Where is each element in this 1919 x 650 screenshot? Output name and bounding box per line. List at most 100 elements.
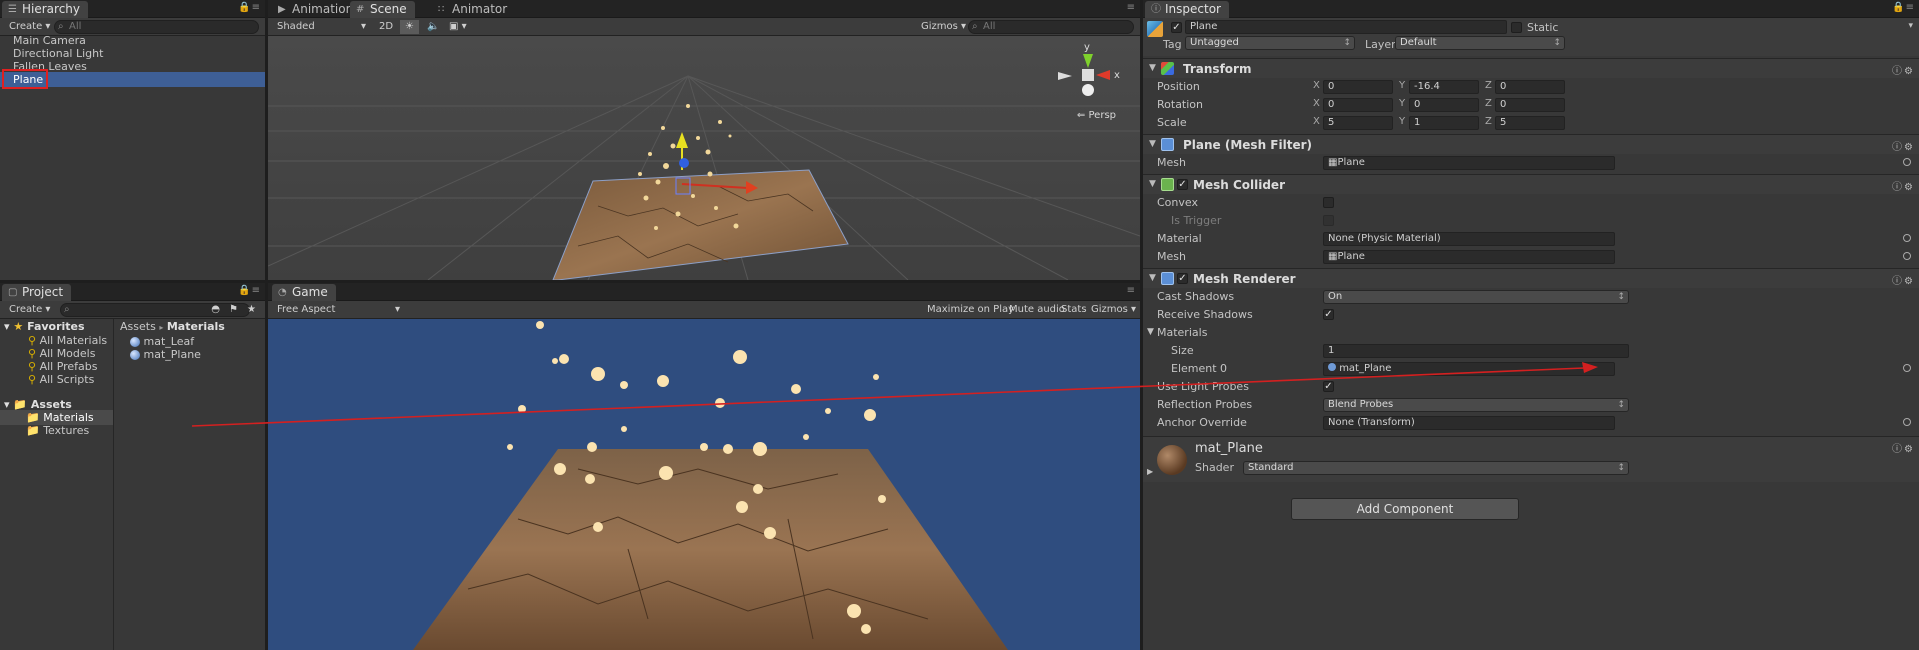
- game-gizmos-dropdown[interactable]: Gizmos ▾: [1086, 303, 1140, 317]
- reflection-probes-dropdown[interactable]: Blend Probes: [1323, 398, 1629, 412]
- gizmo-z-cone-icon: [1082, 84, 1094, 96]
- rotation-z-field[interactable]: 0: [1495, 98, 1565, 112]
- element-0-field[interactable]: mat_Plane: [1323, 362, 1615, 376]
- scale-y-field[interactable]: 1: [1409, 116, 1479, 130]
- collider-material-field[interactable]: None (Physic Material): [1323, 232, 1615, 246]
- lighting-toggle-icon[interactable]: ☀: [400, 20, 419, 34]
- materials-size-field[interactable]: 1: [1323, 344, 1629, 358]
- scene-search-input[interactable]: All: [968, 20, 1134, 34]
- component-help-settings-icon[interactable]: ⓘ⚙: [1892, 272, 1915, 287]
- tab-project[interactable]: ▢ Project: [2, 284, 72, 301]
- object-picker-icon[interactable]: [1903, 418, 1911, 426]
- orientation-gizmo[interactable]: y x: [1056, 42, 1126, 104]
- tab-hierarchy[interactable]: ☰ Hierarchy: [2, 1, 89, 18]
- component-help-settings-icon[interactable]: ⓘ⚙: [1892, 440, 1915, 455]
- filter-type-icon[interactable]: ◓: [206, 303, 225, 317]
- mesh-renderer-header[interactable]: ▼ ✓ Mesh Renderer ⓘ⚙: [1143, 268, 1919, 288]
- project-create-button[interactable]: Create ▾: [4, 303, 55, 317]
- mesh-renderer-enabled-checkbox[interactable]: ✓: [1177, 273, 1188, 284]
- axis-y-label: Y: [1399, 98, 1406, 109]
- object-picker-icon[interactable]: [1903, 158, 1911, 166]
- aspect-dropdown[interactable]: Free Aspect ▾: [272, 303, 402, 317]
- scene-gizmos-dropdown[interactable]: Gizmos ▾: [916, 20, 971, 34]
- object-picker-icon[interactable]: [1903, 234, 1911, 242]
- convex-checkbox[interactable]: [1323, 197, 1334, 208]
- tab-inspector[interactable]: ⓘ Inspector: [1145, 1, 1229, 18]
- position-z-field[interactable]: 0: [1495, 80, 1565, 94]
- project-menu-icon[interactable]: 🔒≡: [238, 285, 261, 296]
- cast-shadows-dropdown[interactable]: On: [1323, 290, 1629, 304]
- mesh-collider-header[interactable]: ▼ ✓ Mesh Collider ⓘ⚙: [1143, 174, 1919, 194]
- mesh-collider-enabled-checkbox[interactable]: ✓: [1177, 179, 1188, 190]
- game-view-svg: [413, 321, 1008, 650]
- materials-row[interactable]: ▼ Materials: [1143, 324, 1919, 342]
- component-help-settings-icon[interactable]: ⓘ⚙: [1892, 62, 1915, 77]
- rotation-y-field[interactable]: 0: [1409, 98, 1479, 112]
- mesh-filter-header[interactable]: ▼ Plane (Mesh Filter) ⓘ⚙: [1143, 134, 1919, 154]
- position-x-field[interactable]: 0: [1323, 80, 1393, 94]
- materials-size-row: Size 1: [1143, 342, 1919, 360]
- scale-x-field[interactable]: 5: [1323, 116, 1393, 130]
- receive-shadows-label: Receive Shadows: [1157, 308, 1253, 321]
- material-sphere-icon: [130, 350, 140, 360]
- persp-arrow-icon: ⇐: [1076, 110, 1086, 121]
- materials-expand-arrow-icon: ▼: [1147, 327, 1154, 337]
- scene-menu-icon[interactable]: ≡: [1127, 2, 1136, 13]
- scene-panel: ▶ Animation # Scene ∷ Animator ≡ Shaded ▾…: [268, 0, 1140, 280]
- object-name-field[interactable]: Plane: [1185, 20, 1507, 34]
- game-menu-icon[interactable]: ≡: [1127, 285, 1136, 296]
- animation-icon: ▶: [278, 4, 286, 15]
- object-picker-icon[interactable]: [1903, 364, 1911, 372]
- scene-viewport[interactable]: y x ⇐ Persp: [268, 36, 1140, 280]
- game-toolbar: Free Aspect ▾ Maximize on Play Mute audio…: [268, 301, 1140, 319]
- favorite-star-icon[interactable]: ★: [242, 303, 261, 317]
- tag-dropdown[interactable]: Untagged: [1185, 36, 1355, 50]
- project-tabbar: ▢ Project 🔒≡: [0, 283, 265, 301]
- folder-textures[interactable]: 📁 Textures: [26, 423, 89, 438]
- persp-label[interactable]: ⇐ Persp: [1077, 110, 1116, 121]
- tab-scene[interactable]: # Scene: [350, 1, 415, 18]
- component-help-settings-icon[interactable]: ⓘ⚙: [1892, 178, 1915, 193]
- gizmo-y-label: y: [1084, 42, 1090, 53]
- file-mat-plane[interactable]: mat_Plane: [130, 347, 201, 362]
- position-y-field[interactable]: -16.4: [1409, 80, 1479, 94]
- shading-dropdown[interactable]: Shaded ▾: [272, 20, 368, 34]
- add-component-button[interactable]: Add Component: [1291, 498, 1519, 520]
- mode-2d-button[interactable]: 2D: [374, 20, 398, 34]
- object-picker-icon[interactable]: [1903, 252, 1911, 260]
- collapse-arrow-icon: ▼: [1149, 63, 1156, 73]
- use-light-probes-checkbox[interactable]: ✓: [1323, 381, 1334, 392]
- lock-menu-icon[interactable]: 🔒≡: [238, 2, 261, 13]
- tab-animation[interactable]: ▶ Animation: [272, 1, 361, 18]
- breadcrumb-assets[interactable]: Assets: [120, 320, 156, 333]
- collider-mesh-field[interactable]: ▦Plane: [1323, 250, 1615, 264]
- receive-shadows-checkbox[interactable]: ✓: [1323, 309, 1334, 320]
- favorite-all-scripts[interactable]: ⚲ All Scripts: [28, 372, 94, 387]
- active-checkbox[interactable]: ✓: [1171, 22, 1182, 33]
- layer-dropdown[interactable]: Default: [1395, 36, 1565, 50]
- breadcrumb-materials[interactable]: Materials: [167, 320, 225, 333]
- component-help-settings-icon[interactable]: ⓘ⚙: [1892, 138, 1915, 153]
- game-viewport[interactable]: [268, 319, 1140, 650]
- hierarchy-create-button[interactable]: Create ▾: [4, 20, 55, 34]
- audio-toggle-icon[interactable]: 🔈: [422, 20, 444, 34]
- transform-header[interactable]: ▼ Transform ⓘ⚙: [1143, 58, 1919, 78]
- tab-game[interactable]: ◔ Game: [272, 284, 336, 301]
- anchor-override-field[interactable]: None (Transform): [1323, 416, 1615, 430]
- static-checkbox[interactable]: [1511, 22, 1522, 33]
- scene-tabbar: ▶ Animation # Scene ∷ Animator ≡: [268, 0, 1140, 18]
- shader-dropdown[interactable]: Standard: [1243, 461, 1629, 475]
- tag-label: Tag: [1163, 38, 1182, 51]
- mesh-filter-mesh-field[interactable]: ▦Plane: [1323, 156, 1615, 170]
- inspector-menu-icon[interactable]: 🔒≡: [1892, 2, 1915, 13]
- effects-dropdown-icon[interactable]: ▣ ▾: [444, 20, 472, 34]
- rotation-x-field[interactable]: 0: [1323, 98, 1393, 112]
- filter-label-icon[interactable]: ⚑: [224, 303, 243, 317]
- project-tree: ▾ ★ Favorites ⚲ All Materials ⚲ All Mode…: [0, 319, 114, 650]
- hierarchy-search-input[interactable]: All: [54, 20, 259, 34]
- tab-animator[interactable]: ∷ Animator: [432, 1, 515, 18]
- material-expand-arrow-icon[interactable]: ▶: [1147, 467, 1153, 476]
- scale-z-field[interactable]: 5: [1495, 116, 1565, 130]
- static-dropdown-icon[interactable]: ▾: [1908, 21, 1913, 31]
- favorites-header[interactable]: ▾ ★ Favorites: [4, 319, 85, 334]
